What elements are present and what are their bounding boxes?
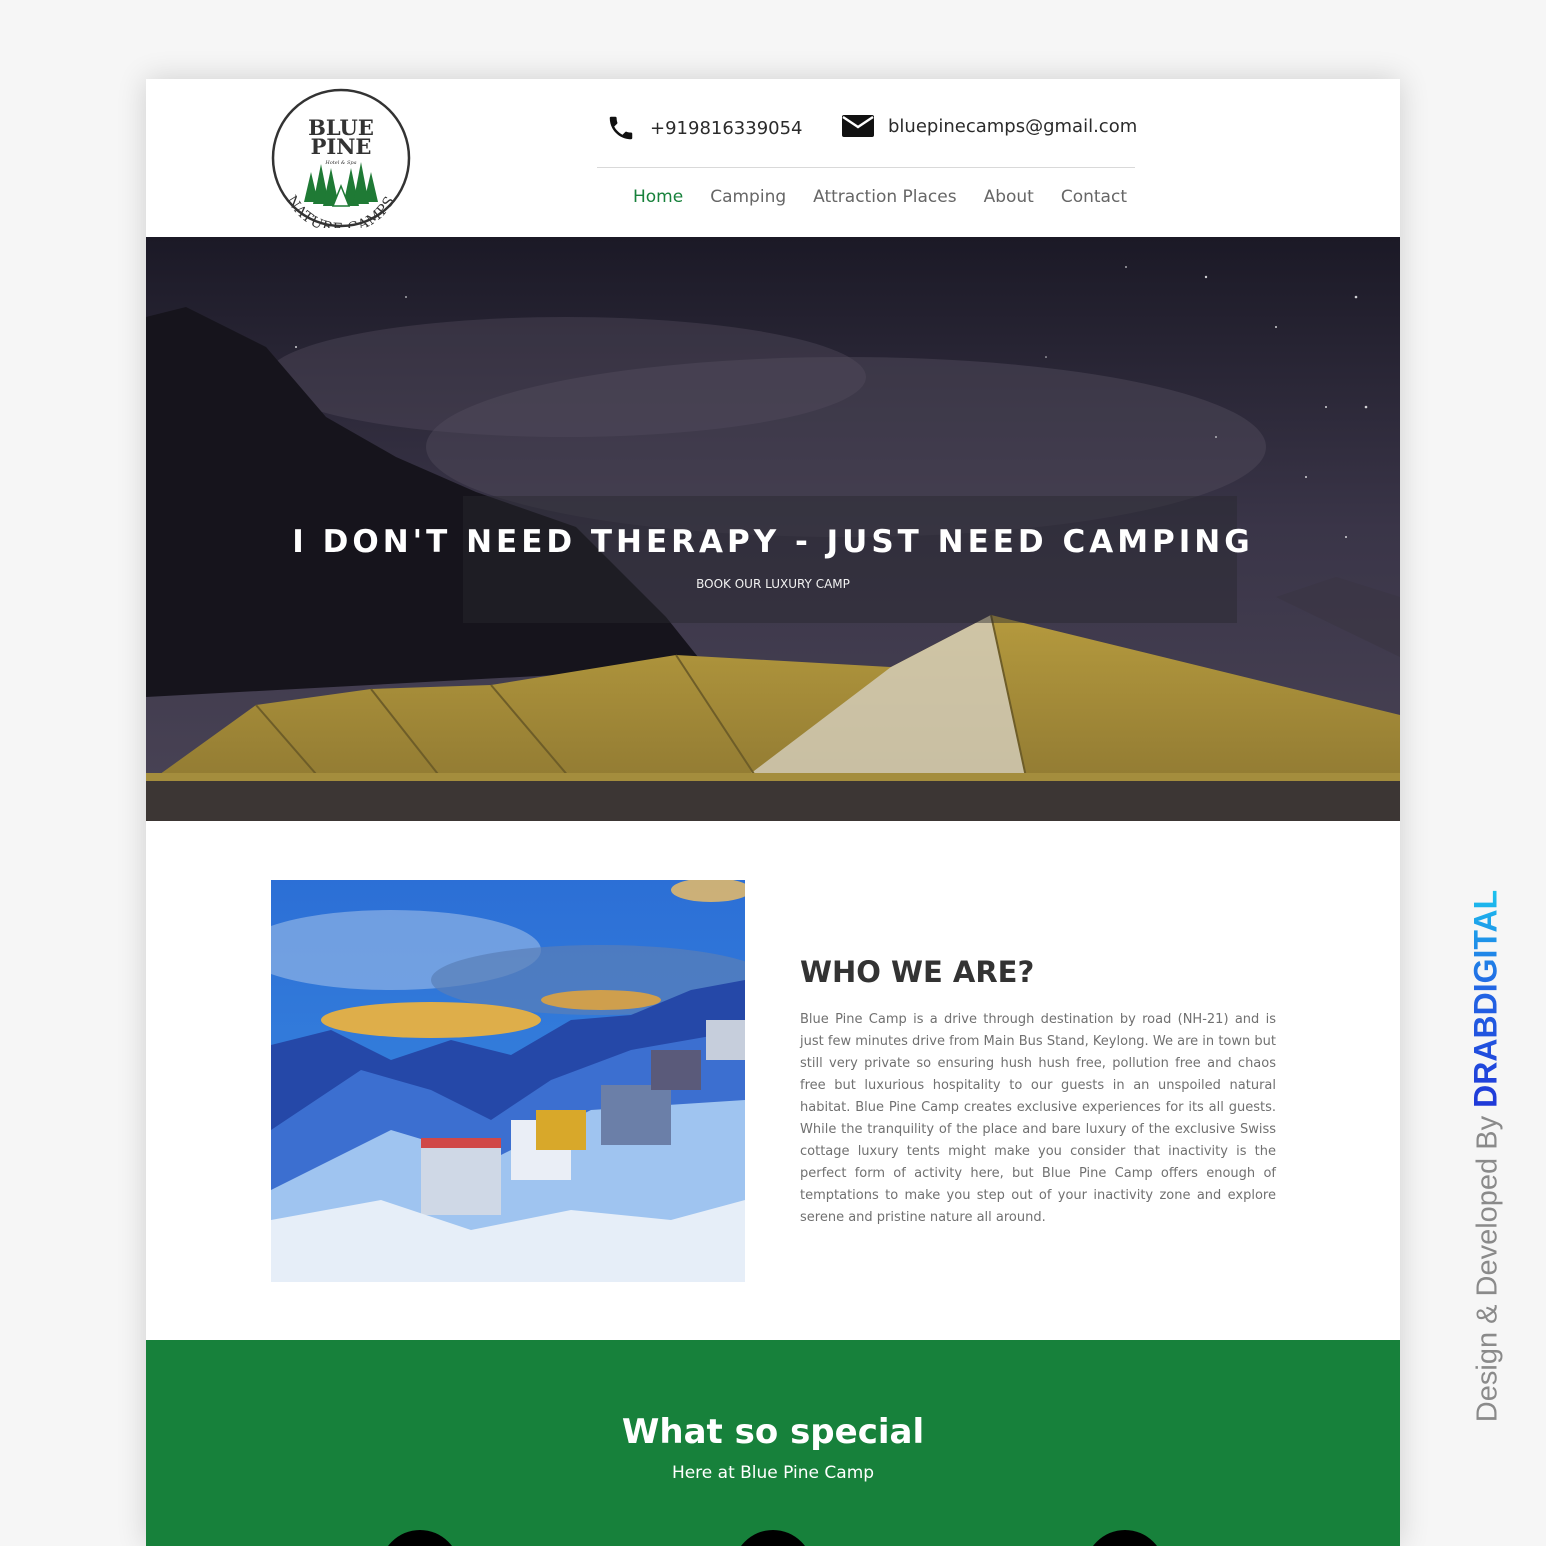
special-subheading: Here at Blue Pine Camp bbox=[671, 1463, 875, 1483]
nav-attraction-places[interactable]: Attraction Places bbox=[813, 187, 956, 207]
nav-home[interactable]: Home bbox=[633, 187, 683, 207]
site-logo[interactable]: BLUE PINE Hotel & Spa NATURE CAMPS bbox=[271, 88, 411, 228]
main-nav: Home Camping Attraction Places About Con… bbox=[633, 187, 1127, 207]
mail-icon bbox=[842, 113, 874, 139]
hero-cta[interactable]: BOOK OUR LUXURY CAMP bbox=[146, 577, 1400, 591]
phone-number: +919816339054 bbox=[650, 117, 803, 139]
nav-camping[interactable]: Camping bbox=[710, 187, 786, 207]
credit-prefix: Design & Developed By bbox=[1471, 1107, 1504, 1423]
hero-slider[interactable]: I DON'T NEED THERAPY - JUST NEED CAMPING… bbox=[146, 237, 1400, 821]
special-section: What so special Here at Blue Pine Camp bbox=[146, 1340, 1400, 1546]
email-address: bluepinecamps@gmail.com bbox=[888, 115, 1138, 137]
about-image bbox=[271, 880, 745, 1282]
nav-contact[interactable]: Contact bbox=[1061, 187, 1127, 207]
feature-icon-2 bbox=[733, 1530, 813, 1546]
email-contact[interactable]: bluepinecamps@gmail.com bbox=[842, 113, 1137, 139]
website-page: BLUE PINE Hotel & Spa NATURE CAMPS bbox=[146, 79, 1400, 1546]
credit-brand[interactable]: DRABDIGITAL bbox=[1468, 890, 1504, 1108]
phone-contact[interactable]: +919816339054 bbox=[606, 113, 803, 143]
header-divider bbox=[597, 167, 1135, 168]
about-body: Blue Pine Camp is a drive through destin… bbox=[800, 1012, 1276, 1225]
phone-icon bbox=[606, 113, 636, 143]
hero-title: I DON'T NEED THERAPY - JUST NEED CAMPING bbox=[292, 524, 1254, 560]
logo-tagline: Hotel & Spa bbox=[324, 160, 356, 166]
nav-about[interactable]: About bbox=[984, 187, 1034, 207]
special-heading: What so special bbox=[621, 1412, 925, 1452]
logo-line2: PINE bbox=[311, 134, 372, 159]
feature-icon-1 bbox=[380, 1530, 460, 1546]
about-heading: WHO WE ARE? bbox=[800, 955, 1035, 989]
feature-icon-3 bbox=[1085, 1530, 1165, 1546]
side-credit: Design & Developed By DRABDIGITAL bbox=[1468, 890, 1505, 1422]
